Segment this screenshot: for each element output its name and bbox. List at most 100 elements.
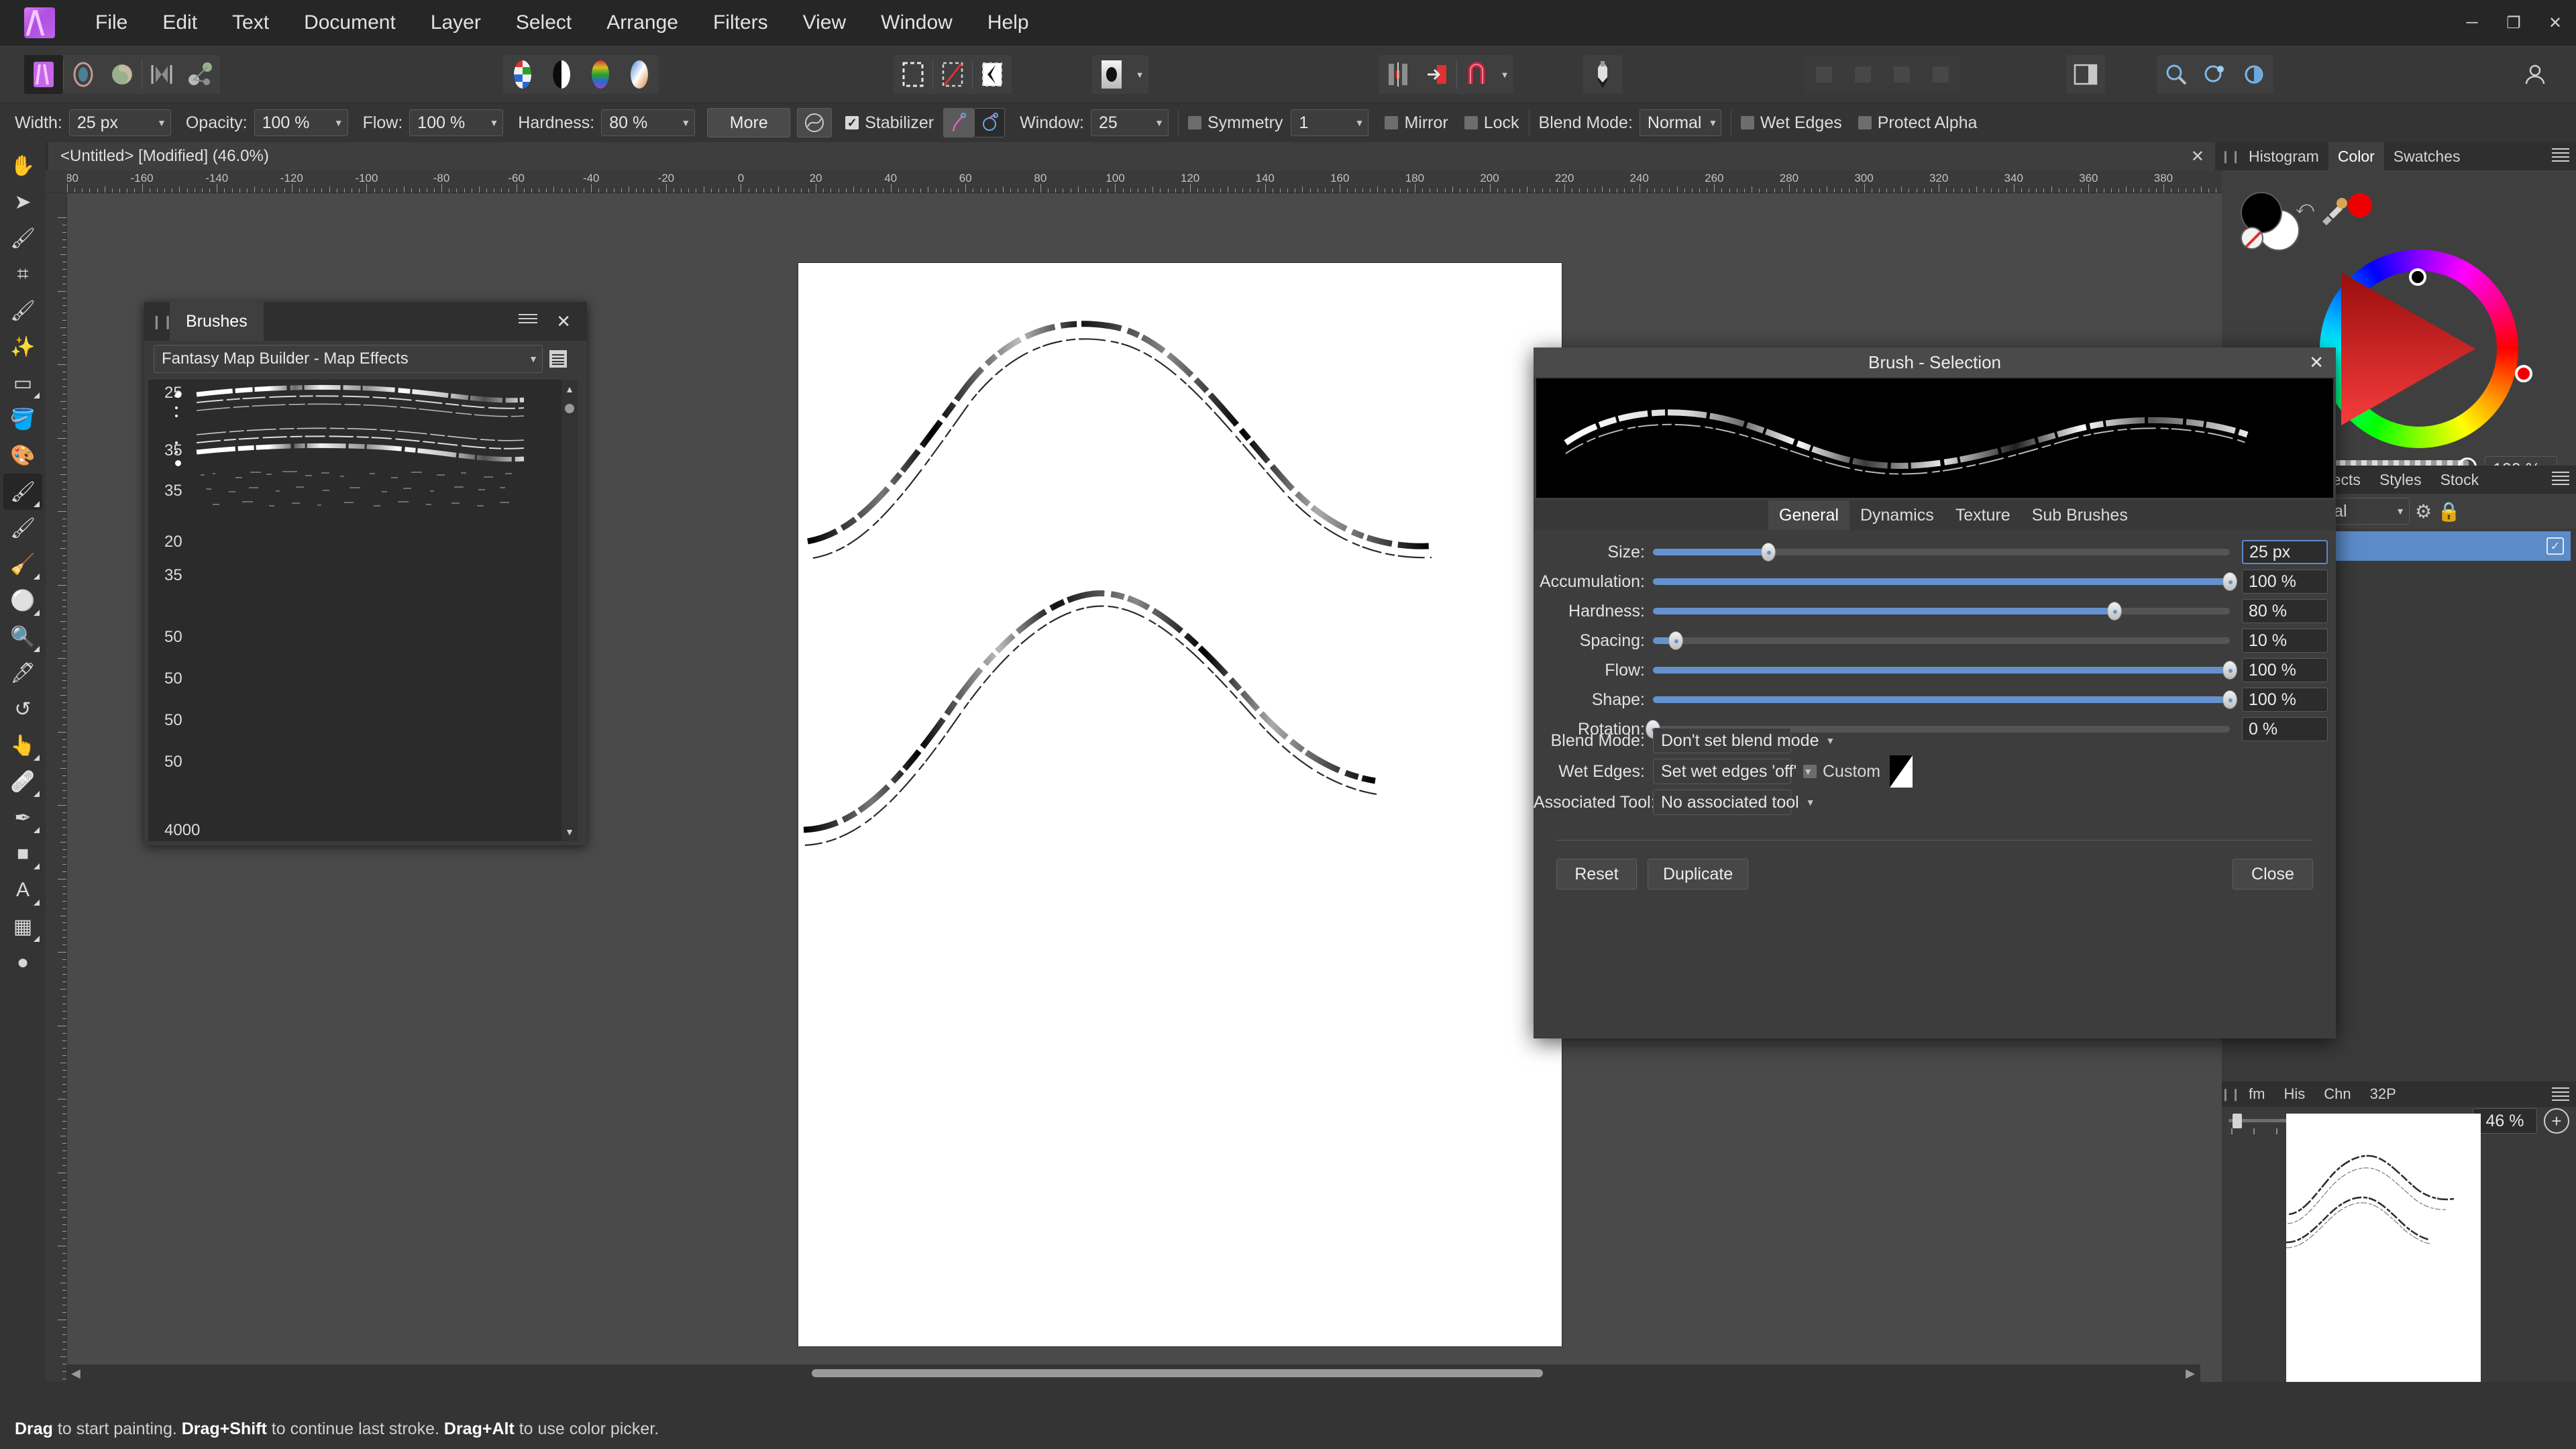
menu-item-text[interactable]: Text [219,7,282,38]
protect-alpha-checkbox[interactable]: Protect Alpha [1858,113,1977,133]
gradient-preview-icon[interactable] [620,55,659,94]
ellipse-icon[interactable] [1092,55,1131,94]
tab-brushes[interactable]: Brushes [170,302,264,341]
navigator-thumbnail[interactable] [2286,1114,2481,1382]
tone-mapping-persona-icon[interactable] [142,55,181,94]
window-stabilizer-icon[interactable] [974,108,1006,138]
flow-combo[interactable]: 100 % ▼ [409,109,504,136]
document-tab[interactable]: <Untitled> [Modified] (46.0%) ✕ [48,142,2215,170]
tab-styles[interactable]: Styles [2370,466,2431,494]
swap-colors-icon[interactable]: ⤺ [2296,197,2314,219]
menu-item-document[interactable]: Document [290,7,409,38]
color-channels-icon[interactable] [581,55,620,94]
close-icon[interactable]: ✕ [2309,352,2324,373]
menu-item-filters[interactable]: Filters [700,7,782,38]
flood-fill-tool[interactable]: 🪣 [3,401,42,437]
tool-submenu-indicator[interactable] [34,863,40,869]
slider-track[interactable] [1653,690,2237,709]
tab-texture[interactable]: Texture [1945,500,2021,530]
minimize-button[interactable]: ─ [2451,0,2493,46]
scrollbar-thumb[interactable] [812,1369,1543,1377]
panel-grip-icon[interactable]: ❙❙ [2220,142,2241,170]
clone-tool[interactable]: 🖋 [3,655,42,691]
show-panels-icon[interactable] [2066,55,2105,94]
scroll-right-arrow-icon[interactable]: ▶ [2186,1366,2195,1381]
scrollbar-thumb[interactable] [565,404,574,413]
menu-item-window[interactable]: Window [867,7,966,38]
slider-value-field[interactable]: 100 % [2242,688,2328,712]
slider-value-field[interactable]: 100 % [2242,570,2328,594]
panel-grip-icon[interactable]: ❙❙ [2220,1081,2241,1107]
close-button[interactable]: Close [2233,859,2313,890]
blend-mode-dropdown[interactable]: Don't set blend mode ▼ [1653,728,1835,753]
tab-stock[interactable]: Stock [2431,466,2489,494]
blur-tool[interactable]: 🔍 [3,619,42,655]
photo-persona-icon[interactable] [24,55,63,94]
zoom-value-field[interactable]: 46 % [2473,1108,2537,1134]
pin-icon[interactable] [1583,55,1622,94]
hue-ring-handle[interactable] [2515,365,2532,382]
reset-button[interactable]: Reset [1556,859,1637,890]
tool-submenu-indicator[interactable] [34,610,40,616]
tool-submenu-indicator[interactable] [34,900,40,906]
window-combo[interactable]: 25 ▼ [1090,109,1169,136]
slider-track[interactable] [1653,661,2237,680]
selection-brush-tool[interactable]: 🖌 [3,292,42,329]
scroll-left-arrow-icon[interactable]: ◀ [71,1366,80,1381]
menu-item-arrange[interactable]: Arrange [593,7,692,38]
more-button[interactable]: More [707,108,791,138]
slider-knob[interactable] [2222,572,2237,591]
chevron-down-icon[interactable]: ▼ [1131,55,1148,94]
paint-mixer-tool[interactable]: 🖌 [3,510,42,546]
tab-sub-brushes[interactable]: Sub Brushes [2021,500,2139,530]
brush-list[interactable]: ▲ ▼ 25 35 35 20 35 50 50 50 50 4000 [148,380,578,841]
no-color-icon[interactable] [2241,227,2263,250]
marquee-icon[interactable] [894,55,932,94]
tab-histogram[interactable]: Histogram [2239,142,2328,170]
canvas-page[interactable] [798,263,1562,1346]
crop-tool[interactable]: ⌗ [3,256,42,292]
paint-brush-tool[interactable]: 🖌 [3,474,42,510]
wet-edges-checkbox[interactable]: Wet Edges [1740,113,1842,133]
flood-select-tool[interactable]: ✨ [3,329,42,365]
menu-item-help[interactable]: Help [974,7,1042,38]
chevron-down-icon[interactable]: ▼ [1496,55,1513,94]
lock-icon[interactable]: 🔒 [2437,500,2461,523]
recent-color-swatch[interactable] [2348,193,2372,217]
rgb-preview-icon[interactable] [503,55,542,94]
mirror-checkbox[interactable]: Mirror [1385,113,1448,133]
tab-32bit-preview[interactable]: 32P [2361,1081,2406,1107]
symmetry-count-combo[interactable]: 1 ▼ [1291,109,1369,136]
assistant-icon[interactable] [2196,55,2235,94]
rope-stabilizer-icon[interactable] [943,108,975,138]
stabilizer-checkbox[interactable]: Stabilizer [845,113,934,133]
slider-value-field[interactable]: 80 % [2242,599,2328,623]
slider-value-field[interactable]: 25 px [2242,540,2328,564]
close-window-button[interactable]: ✕ [2534,0,2576,46]
gear-icon[interactable]: ⚙ [2415,500,2432,523]
tab-color[interactable]: Color [2328,142,2384,170]
lock-checkbox[interactable]: Lock [1464,113,1519,133]
opacity-combo[interactable]: 100 % ▼ [254,109,348,136]
tab-fm[interactable]: fm [2239,1081,2274,1107]
slider-knob[interactable] [2107,602,2122,621]
slider-track[interactable] [1653,602,2230,621]
panel-grip-icon[interactable]: ❙❙ [151,313,174,330]
slider-knob[interactable] [2222,661,2237,680]
blemish-removal-tool[interactable]: 🩹 [3,763,42,800]
scroll-down-arrow-icon[interactable]: ▼ [561,826,578,837]
horizontal-scrollbar[interactable]: ◀ ▶ [67,1364,2200,1382]
deselect-icon[interactable] [933,55,972,94]
zoom-slider-knob[interactable] [2233,1114,2242,1128]
liquify-persona-icon[interactable] [64,55,103,94]
pen-tool[interactable]: ✒ [3,800,42,836]
eyedropper-icon[interactable] [2318,195,2349,231]
slider-knob[interactable] [1668,631,1684,650]
menu-item-layer[interactable]: Layer [417,7,494,38]
tool-submenu-indicator[interactable] [34,646,40,652]
stroke-preview-icon[interactable] [797,108,833,138]
distribute-icon[interactable] [1417,55,1456,94]
history-icon-1[interactable] [1805,55,1843,94]
settings-wheel-icon[interactable] [2235,55,2273,94]
develop-persona-icon[interactable] [103,55,142,94]
